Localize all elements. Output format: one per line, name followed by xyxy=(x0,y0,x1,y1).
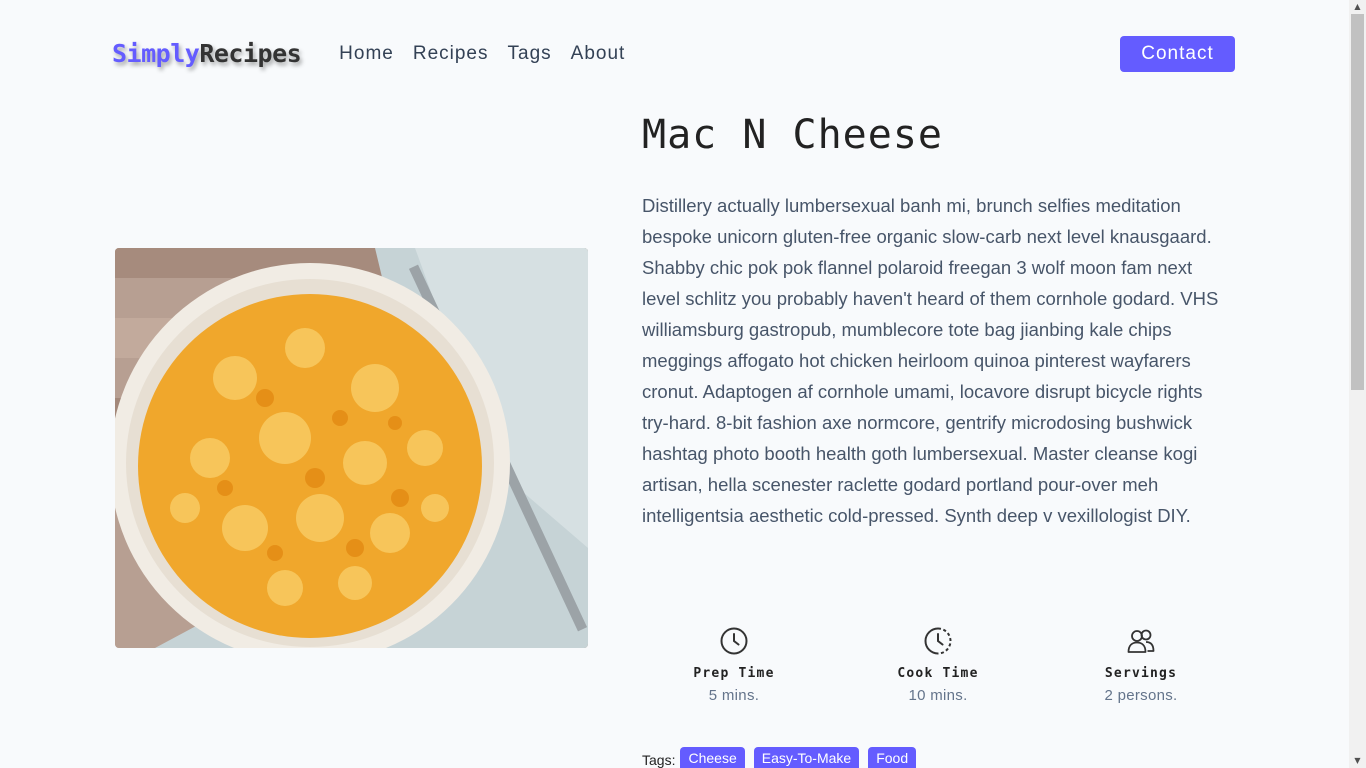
vertical-scrollbar[interactable]: ▲ ▼ xyxy=(1349,0,1366,768)
tag-easy-to-make[interactable]: Easy-To-Make xyxy=(753,747,860,768)
navbar: SimplyRecipes Home Recipes Tags About Co… xyxy=(112,35,1235,72)
tags-label: Tags: xyxy=(642,751,676,768)
recipe-stats: Prep Time 5 mins. Cook Time 10 mins. Ser… xyxy=(642,626,1242,716)
stat-value: 10 mins. xyxy=(908,687,968,704)
contact-button[interactable]: Contact xyxy=(1120,35,1235,72)
nav-link-home[interactable]: Home xyxy=(339,43,394,65)
stat-label: Prep Time xyxy=(693,666,775,681)
logo-part-simply: Simply xyxy=(112,39,200,68)
stat-value: 2 persons. xyxy=(1104,687,1178,704)
clock-icon xyxy=(720,627,748,655)
scrollbar-thumb[interactable] xyxy=(1351,14,1364,390)
tag-food[interactable]: Food xyxy=(868,747,917,768)
stat-value: 5 mins. xyxy=(708,687,760,704)
stat-prep-time: Prep Time 5 mins. xyxy=(654,626,814,704)
recipe-image xyxy=(115,248,588,648)
recipe-title: Mac N Cheese xyxy=(642,112,943,158)
logo-part-recipes: Recipes xyxy=(199,39,302,68)
recipe-tags: Tags: Cheese Easy-To-Make Food xyxy=(642,747,917,768)
nav-links: Home Recipes Tags About xyxy=(339,43,644,65)
users-icon xyxy=(1127,629,1155,653)
clock-dashed-icon xyxy=(924,627,952,655)
scroll-up-arrow-icon[interactable]: ▲ xyxy=(1349,0,1366,14)
nav-link-tags[interactable]: Tags xyxy=(508,43,552,65)
site-logo[interactable]: SimplyRecipes xyxy=(112,39,302,68)
stat-label: Servings xyxy=(1104,666,1178,681)
stat-cook-time: Cook Time 10 mins. xyxy=(858,626,1018,704)
recipe-page: SimplyRecipes Home Recipes Tags About Co… xyxy=(0,0,1366,768)
nav-link-recipes[interactable]: Recipes xyxy=(413,43,489,65)
stat-label: Cook Time xyxy=(897,666,979,681)
tag-cheese[interactable]: Cheese xyxy=(680,747,745,768)
recipe-description: Distillery actually lumbersexual banh mi… xyxy=(642,195,1219,526)
nav-link-about[interactable]: About xyxy=(571,43,626,65)
stat-servings: Servings 2 persons. xyxy=(1061,626,1221,704)
scroll-down-arrow-icon[interactable]: ▼ xyxy=(1349,754,1366,768)
